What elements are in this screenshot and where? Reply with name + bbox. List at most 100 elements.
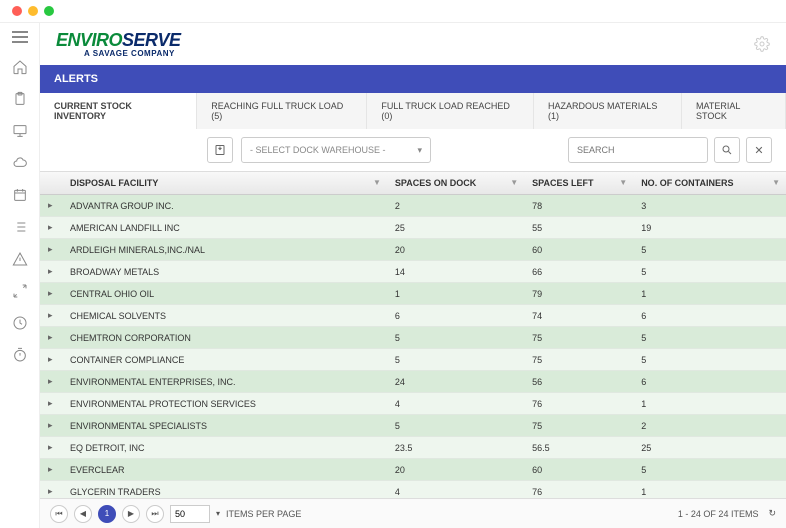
maximize-window-icon[interactable] <box>44 6 54 16</box>
logo: ENVIROSERVE A SAVAGE COMPANY <box>56 30 181 58</box>
table-row[interactable]: ▸CONTAINER COMPLIANCE5755 <box>40 349 786 371</box>
cell-facility: AMERICAN LANDFILL INC <box>62 217 387 239</box>
col-expand <box>40 172 62 195</box>
clock-icon[interactable] <box>12 315 28 331</box>
cell-on-dock: 4 <box>387 393 524 415</box>
table-row[interactable]: ▸EVERCLEAR20605 <box>40 459 786 481</box>
cloud-icon[interactable] <box>12 155 28 171</box>
cell-containers: 25 <box>633 437 786 459</box>
expand-row-icon[interactable]: ▸ <box>40 459 62 481</box>
table-row[interactable]: ▸ENVIRONMENTAL SPECIALISTS5752 <box>40 415 786 437</box>
cell-left: 55 <box>524 217 633 239</box>
cell-on-dock: 1 <box>387 283 524 305</box>
expand-row-icon[interactable]: ▸ <box>40 415 62 437</box>
expand-row-icon[interactable]: ▸ <box>40 393 62 415</box>
expand-row-icon[interactable]: ▸ <box>40 327 62 349</box>
cell-containers: 3 <box>633 195 786 217</box>
table-row[interactable]: ▸EQ DETROIT, INC23.556.525 <box>40 437 786 459</box>
window-traffic-lights <box>0 0 786 22</box>
expand-row-icon[interactable]: ▸ <box>40 481 62 499</box>
cell-on-dock: 23.5 <box>387 437 524 459</box>
search-input[interactable] <box>568 137 708 163</box>
filter-icon[interactable]: ▼ <box>772 178 780 187</box>
gear-icon[interactable] <box>754 36 770 52</box>
tab-full-reached[interactable]: FULL TRUCK LOAD REACHED (0) <box>367 93 534 129</box>
close-window-icon[interactable] <box>12 6 22 16</box>
cell-containers: 5 <box>633 239 786 261</box>
export-button[interactable] <box>207 137 233 163</box>
page-size-input[interactable] <box>170 505 210 523</box>
pager-first-button[interactable]: ⏮ <box>50 505 68 523</box>
expand-row-icon[interactable]: ▸ <box>40 371 62 393</box>
table-row[interactable]: ▸AMERICAN LANDFILL INC255519 <box>40 217 786 239</box>
pager: ⏮ ◀ 1 ▶ ⏭ ▾ ITEMS PER PAGE 1 - 24 OF 24 … <box>40 498 786 528</box>
filter-icon[interactable]: ▼ <box>510 178 518 187</box>
tabs: CURRENT STOCK INVENTORY REACHING FULL TR… <box>40 93 786 129</box>
table-row[interactable]: ▸BROADWAY METALS14665 <box>40 261 786 283</box>
logo-pre: ENVIRO <box>56 30 122 50</box>
table-row[interactable]: ▸ENVIRONMENTAL ENTERPRISES, INC.24566 <box>40 371 786 393</box>
table-row[interactable]: ▸CHEMICAL SOLVENTS6746 <box>40 305 786 327</box>
cell-containers: 19 <box>633 217 786 239</box>
cell-containers: 1 <box>633 481 786 499</box>
filter-icon[interactable]: ▼ <box>373 178 381 187</box>
refresh-icon[interactable]: ↻ <box>768 508 776 519</box>
tab-hazmat[interactable]: HAZARDOUS MATERIALS (1) <box>534 93 682 129</box>
cell-facility: ENVIRONMENTAL ENTERPRISES, INC. <box>62 371 387 393</box>
monitor-icon[interactable] <box>12 123 28 139</box>
search-button[interactable] <box>714 137 740 163</box>
cell-facility: CHEMICAL SOLVENTS <box>62 305 387 327</box>
cell-containers: 5 <box>633 349 786 371</box>
expand-row-icon[interactable]: ▸ <box>40 239 62 261</box>
cell-left: 79 <box>524 283 633 305</box>
cell-on-dock: 14 <box>387 261 524 283</box>
table-row[interactable]: ▸CHEMTRON CORPORATION5755 <box>40 327 786 349</box>
expand-row-icon[interactable]: ▸ <box>40 349 62 371</box>
minimize-window-icon[interactable] <box>28 6 38 16</box>
table-row[interactable]: ▸ADVANTRA GROUP INC.2783 <box>40 195 786 217</box>
list-icon[interactable] <box>12 219 28 235</box>
menu-toggle-icon[interactable] <box>12 31 28 43</box>
pager-last-button[interactable]: ⏭ <box>146 505 164 523</box>
tab-reaching-full[interactable]: REACHING FULL TRUCK LOAD (5) <box>197 93 367 129</box>
expand-row-icon[interactable]: ▸ <box>40 217 62 239</box>
table-row[interactable]: ▸CENTRAL OHIO OIL1791 <box>40 283 786 305</box>
alert-icon[interactable] <box>12 251 28 267</box>
col-containers[interactable]: NO. OF CONTAINERS▼ <box>633 172 786 195</box>
home-icon[interactable] <box>12 59 28 75</box>
cell-on-dock: 6 <box>387 305 524 327</box>
cell-containers: 5 <box>633 327 786 349</box>
expand-row-icon[interactable]: ▸ <box>40 437 62 459</box>
table-row[interactable]: ▸GLYCERIN TRADERS4761 <box>40 481 786 499</box>
cell-containers: 1 <box>633 393 786 415</box>
expand-row-icon[interactable]: ▸ <box>40 283 62 305</box>
expand-icon[interactable] <box>12 283 28 299</box>
expand-row-icon[interactable]: ▸ <box>40 195 62 217</box>
alerts-header: ALERTS <box>40 65 786 93</box>
controls-row: - SELECT DOCK WAREHOUSE - ▾ ✕ <box>40 129 786 171</box>
filter-icon[interactable]: ▼ <box>619 178 627 187</box>
col-spaces-on-dock[interactable]: SPACES ON DOCK▼ <box>387 172 524 195</box>
expand-row-icon[interactable]: ▸ <box>40 261 62 283</box>
timer-icon[interactable] <box>12 347 28 363</box>
cell-left: 56.5 <box>524 437 633 459</box>
pager-prev-button[interactable]: ◀ <box>74 505 92 523</box>
expand-row-icon[interactable]: ▸ <box>40 305 62 327</box>
col-spaces-left[interactable]: SPACES LEFT▼ <box>524 172 633 195</box>
col-facility[interactable]: DISPOSAL FACILITY▼ <box>62 172 387 195</box>
pager-next-button[interactable]: ▶ <box>122 505 140 523</box>
logo-tagline: A SAVAGE COMPANY <box>84 49 181 58</box>
pager-current-page[interactable]: 1 <box>98 505 116 523</box>
cell-containers: 5 <box>633 261 786 283</box>
warehouse-select[interactable]: - SELECT DOCK WAREHOUSE - ▾ <box>241 137 431 163</box>
tab-material-stock[interactable]: MATERIAL STOCK <box>682 93 786 129</box>
table-row[interactable]: ▸ENVIRONMENTAL PROTECTION SERVICES4761 <box>40 393 786 415</box>
table-row[interactable]: ▸ARDLEIGH MINERALS,INC./NAL20605 <box>40 239 786 261</box>
cell-on-dock: 4 <box>387 481 524 499</box>
clear-search-button[interactable]: ✕ <box>746 137 772 163</box>
clipboard-icon[interactable] <box>12 91 28 107</box>
tab-current-stock[interactable]: CURRENT STOCK INVENTORY <box>40 93 197 129</box>
cell-containers: 6 <box>633 371 786 393</box>
calendar-icon[interactable] <box>12 187 28 203</box>
logo-post: SERVE <box>122 30 181 50</box>
